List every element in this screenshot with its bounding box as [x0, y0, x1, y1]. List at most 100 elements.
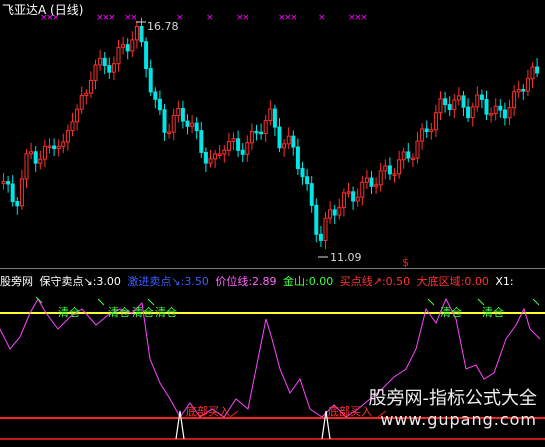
high-price-label: 16.78 — [147, 20, 179, 33]
watermark-title: 股旁网-指标公式大全 — [368, 388, 538, 409]
candle-body — [33, 151, 38, 164]
candle-body — [456, 95, 461, 101]
candle-body — [167, 131, 172, 135]
qingcang-label-6: 清仓 — [482, 306, 504, 319]
candle-body — [507, 107, 512, 119]
top-x-mark: × — [242, 13, 250, 23]
candle-body — [374, 184, 379, 187]
candle-body — [139, 26, 144, 43]
candle-body — [176, 107, 181, 116]
candle-body — [56, 145, 61, 150]
candle-body — [286, 135, 291, 145]
candle-body — [378, 170, 383, 186]
candle-body — [254, 130, 259, 134]
qingcang-label-2: 清仓 — [108, 306, 130, 319]
candle-body — [75, 108, 80, 123]
candle-body — [111, 63, 116, 73]
candle-body — [392, 173, 397, 176]
candle-body — [226, 141, 231, 151]
top-x-mark: × — [360, 13, 368, 23]
candle-body — [125, 44, 130, 52]
candle-body — [272, 108, 277, 128]
candle-body — [516, 89, 521, 93]
candle-body — [70, 121, 75, 132]
candle-body — [38, 158, 43, 164]
candle-body — [364, 177, 369, 183]
candle-body — [383, 165, 388, 172]
candle-body — [153, 91, 158, 100]
candle-body — [162, 109, 167, 133]
qingcang-label-4: 清仓 — [155, 306, 177, 319]
candle-body — [180, 107, 185, 122]
candle-body — [341, 192, 346, 209]
candle-body — [231, 138, 236, 143]
bottom-buy-label-2: 底部买入 — [328, 405, 372, 418]
candle-body — [470, 106, 475, 119]
candle-body — [240, 149, 245, 155]
candle-body — [295, 146, 300, 170]
candle-body — [116, 46, 121, 65]
top-x-mark: × — [206, 13, 214, 23]
candle-body — [194, 122, 199, 132]
candle-body — [144, 41, 149, 70]
candle-body — [493, 105, 498, 115]
candle-body — [525, 78, 530, 92]
candlestick-chart[interactable]: ××× ××× ×× × × ×× ××× × ××× — [0, 0, 545, 268]
candle-body — [121, 44, 126, 48]
candle-body — [337, 207, 342, 216]
candle-body — [415, 140, 420, 159]
chart-title: 飞亚达A (日线) — [2, 3, 84, 17]
candle-body — [42, 145, 47, 160]
candle-body — [15, 201, 20, 207]
candle-body — [484, 98, 489, 115]
candle-body — [65, 130, 70, 143]
candle-body — [29, 151, 34, 155]
candle-body — [521, 89, 526, 92]
candle-body — [420, 128, 425, 142]
candle-body — [259, 131, 264, 135]
candle-body — [489, 113, 494, 116]
candle-body — [387, 165, 392, 175]
candle-body — [157, 98, 162, 111]
top-signal-marks: ××× ××× ×× × × ×× ××× × ××× — [40, 13, 368, 23]
qingcang-label-3: 清仓 — [132, 306, 154, 319]
candle-body — [52, 145, 57, 150]
candle-body — [208, 158, 213, 164]
candle-body — [148, 68, 153, 93]
candle-body — [185, 120, 190, 127]
candle-body — [535, 66, 540, 74]
candle-body — [277, 126, 282, 149]
top-x-mark: × — [290, 13, 298, 23]
candle-body — [47, 145, 52, 149]
candle-body — [10, 183, 15, 203]
low-price-label: 11.09 — [330, 251, 362, 264]
candle-body — [512, 91, 517, 109]
candle-body — [314, 204, 319, 235]
candle-body — [323, 217, 328, 241]
candle-body — [318, 233, 323, 241]
candle-body — [351, 191, 356, 202]
candle-body — [222, 149, 227, 155]
candle-body — [309, 183, 314, 206]
candle-body — [98, 57, 103, 66]
candle-body — [203, 151, 208, 164]
candle-body — [213, 153, 218, 160]
candle-body — [263, 120, 268, 135]
top-x-mark: × — [318, 13, 326, 23]
candle-body — [369, 177, 374, 187]
candle-body — [79, 95, 84, 110]
candle-body — [452, 99, 457, 111]
candle-body — [6, 181, 11, 185]
candle-body — [530, 66, 535, 80]
candle-body — [107, 65, 112, 73]
candle-body — [433, 112, 438, 131]
candle-body — [217, 153, 222, 156]
candle-body — [88, 79, 93, 94]
top-x-mark: × — [108, 13, 116, 23]
candle-body — [461, 95, 466, 108]
candle-body — [19, 178, 24, 207]
candle-body — [406, 151, 411, 159]
candle-body — [199, 130, 204, 153]
candle-body — [397, 159, 402, 175]
candle-body — [429, 129, 434, 133]
